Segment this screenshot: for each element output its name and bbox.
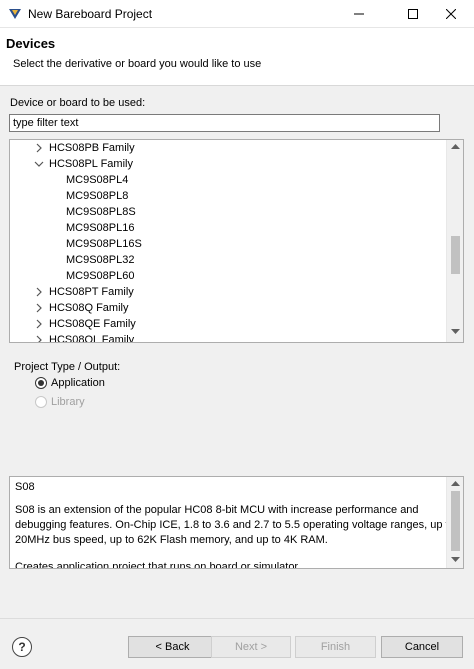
wizard-header: Devices Select the derivative or board y…	[0, 28, 474, 86]
scroll-down-icon[interactable]	[451, 329, 460, 335]
window-title: New Bareboard Project	[28, 7, 153, 21]
project-type-label: Project Type / Output:	[14, 361, 121, 373]
tree-family-item[interactable]: HCS08PB Family	[10, 140, 446, 156]
scroll-thumb[interactable]	[451, 236, 460, 274]
description-body: S08 is an extension of the popular HC08 …	[15, 504, 455, 546]
radio-label: Application	[51, 377, 105, 389]
help-button[interactable]: ?	[12, 637, 32, 657]
back-button[interactable]: < Back	[128, 636, 217, 658]
description-scrollbar[interactable]	[446, 477, 463, 568]
tree-item-label: HCS08QL Family	[49, 334, 135, 343]
tree-item-label: MC9S08PL8S	[66, 206, 136, 218]
scroll-up-icon[interactable]	[451, 480, 460, 486]
filter-input[interactable]	[9, 114, 440, 132]
description-panel: S08 S08 is an extension of the popular H…	[9, 476, 464, 569]
page-title: Devices	[6, 36, 56, 51]
tree-item-label: HCS08PL Family	[49, 158, 133, 170]
tree-item-label: MC9S08PL16	[66, 222, 135, 234]
button-bar: ? < Back Next > Finish Cancel	[0, 618, 474, 669]
scroll-thumb[interactable]	[451, 491, 460, 551]
tree-device-item[interactable]: MC9S08PL16S	[10, 236, 446, 252]
description-extra: Creates application project that runs on…	[15, 561, 301, 569]
next-button: Next >	[211, 636, 291, 658]
tree-item-label: HCS08QE Family	[49, 318, 136, 330]
tree-device-item[interactable]: MC9S08PL4	[10, 172, 446, 188]
tree-family-item[interactable]: HCS08PL Family	[10, 156, 446, 172]
tree-item-label: MC9S08PL4	[66, 174, 129, 186]
tree-family-item[interactable]: HCS08Q Family	[10, 300, 446, 316]
finish-button: Finish	[295, 636, 376, 658]
minimize-button[interactable]	[336, 0, 382, 28]
scroll-up-icon[interactable]	[451, 143, 460, 149]
app-icon	[9, 9, 21, 19]
tree-scrollbar[interactable]	[446, 140, 463, 342]
tree-device-item[interactable]: MC9S08PL8S	[10, 204, 446, 220]
tree-device-item[interactable]: MC9S08PL60	[10, 268, 446, 284]
radio-button	[35, 396, 47, 408]
device-label: Device or board to be used:	[10, 97, 146, 109]
tree-item-label: HCS08Q Family	[49, 302, 129, 314]
tree-item-label: MC9S08PL16S	[66, 238, 142, 250]
close-button[interactable]	[428, 0, 474, 28]
chevron-right-icon[interactable]	[34, 140, 44, 156]
page-description: Select the derivative or board you would…	[13, 58, 262, 70]
tree-device-item[interactable]: MC9S08PL8	[10, 188, 446, 204]
tree-item-label: HCS08PB Family	[49, 142, 135, 154]
close-icon	[446, 9, 456, 19]
radio-application[interactable]: Application	[35, 375, 105, 391]
description-heading: S08	[15, 481, 35, 493]
maximize-icon	[408, 9, 418, 19]
device-tree[interactable]: HCS08PB Family HCS08PL Family MC9S08PL4 MC9…	[9, 139, 464, 343]
tree-family-item[interactable]: HCS08PT Family	[10, 284, 446, 300]
tree-item-label: MC9S08PL60	[66, 270, 135, 282]
chevron-right-icon[interactable]	[34, 284, 44, 300]
title-bar: New Bareboard Project	[0, 0, 474, 28]
radio-library: Library	[35, 394, 85, 410]
tree-device-item[interactable]: MC9S08PL32	[10, 252, 446, 268]
chevron-down-icon[interactable]	[34, 156, 44, 172]
scroll-down-icon[interactable]	[451, 557, 460, 563]
tree-item-label: MC9S08PL8	[66, 190, 129, 202]
chevron-right-icon[interactable]	[34, 316, 44, 332]
cancel-button[interactable]: Cancel	[381, 636, 463, 658]
chevron-right-icon[interactable]	[34, 300, 44, 316]
tree-device-item[interactable]: MC9S08PL16	[10, 220, 446, 236]
minimize-icon	[354, 13, 364, 15]
chevron-right-icon[interactable]	[34, 332, 44, 343]
tree-item-label: HCS08PT Family	[49, 286, 134, 298]
radio-button[interactable]	[35, 377, 47, 389]
radio-label: Library	[51, 396, 85, 408]
tree-family-item[interactable]: HCS08QL Family	[10, 332, 446, 343]
tree-item-label: MC9S08PL32	[66, 254, 135, 266]
tree-family-item[interactable]: HCS08QE Family	[10, 316, 446, 332]
